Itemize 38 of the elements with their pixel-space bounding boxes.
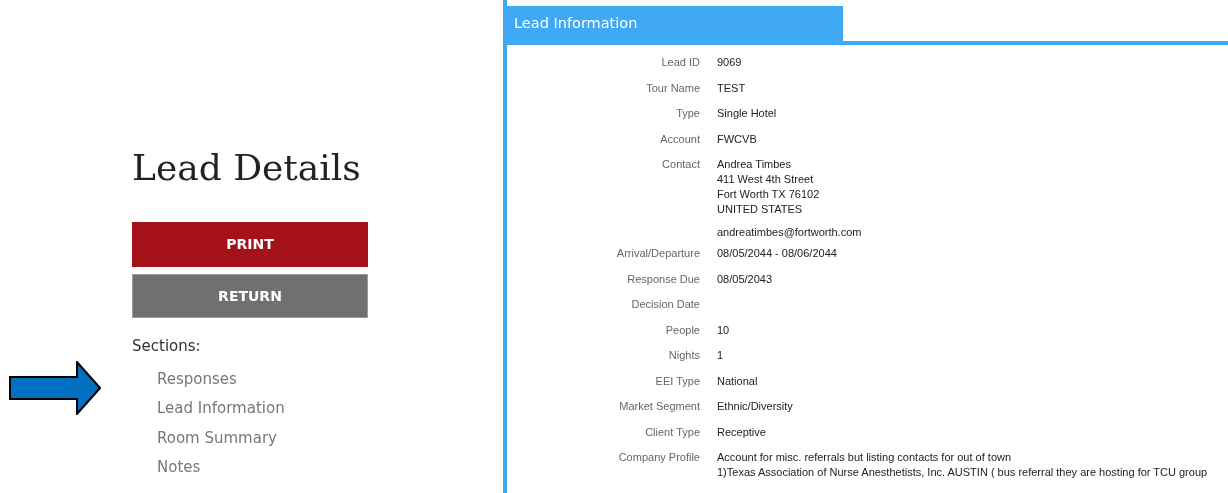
arrow-icon (9, 361, 101, 415)
section-link[interactable]: Room Summary (157, 423, 277, 454)
field-value: Andrea Timbes 411 West 4th Street Fort Worth TX 76102 UNITED STATES (717, 157, 821, 217)
field-value: Ethnic/Diversity (717, 399, 793, 414)
field-label: Nights (667, 348, 701, 363)
field-label: Response Due (626, 271, 701, 287)
field-label: Lead ID (660, 55, 701, 70)
field-label: Company Profile (617, 450, 701, 465)
field-value: National (717, 373, 758, 389)
return-button[interactable]: RETURN (132, 273, 368, 318)
field-value: TEST (717, 80, 746, 96)
field-label: Market Segment (618, 399, 701, 414)
field-value: 9069 (717, 55, 742, 70)
field-label: People (664, 322, 701, 338)
sections-heading: Sections: (132, 336, 201, 355)
page-title: Lead Details (132, 148, 361, 188)
field-value: Receptive (717, 424, 766, 440)
panel-title: Lead Information (507, 6, 843, 41)
section-link[interactable]: Responses (157, 364, 237, 395)
field-value: 10 (717, 322, 730, 338)
field-value: 1 (717, 348, 724, 363)
field-label: Arrival/Departure (615, 246, 701, 261)
field-label: EEI Type (654, 373, 701, 389)
field-label: Account (659, 131, 701, 147)
field-label: Contact (661, 157, 701, 172)
section-link[interactable]: Notes (157, 453, 201, 483)
email-text: andreatimbes@fortworth.com (717, 225, 862, 240)
section-link[interactable]: Lead Information (157, 394, 285, 424)
field-label: Client Type (644, 424, 701, 440)
field-label: Decision Date (630, 297, 701, 312)
field-value: 08/05/2044 - 08/06/2044 (717, 246, 837, 261)
field-value: FWCVB (717, 131, 757, 147)
field-label: Type (675, 106, 701, 121)
field-value: Account for misc. referrals but listing contacts for out of town 1)Texas Association of Nurse Anesthetists, Inc. AUSTIN ( bus referral they are hosting for TCU group (717, 450, 1208, 480)
field-value: 08/05/2043 (717, 271, 773, 287)
field-label: Tour Name (645, 80, 701, 96)
print-button[interactable]: PRINT (132, 221, 368, 267)
field-value: Single Hotel (717, 106, 777, 121)
